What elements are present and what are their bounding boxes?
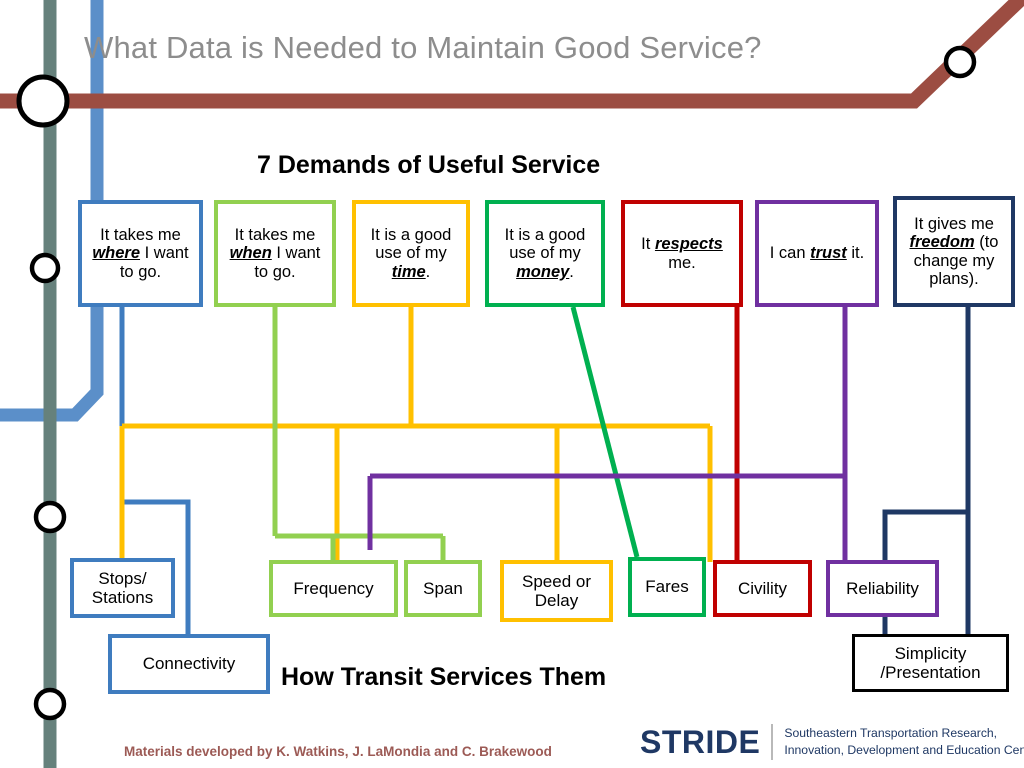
demand-text-prefix: It is a good use of my bbox=[370, 225, 452, 263]
service-box-frequency[interactable]: Frequency bbox=[269, 560, 398, 617]
demand-text-suffix: me. bbox=[668, 253, 696, 272]
demand-text-suffix: . bbox=[425, 262, 431, 281]
link-money-to-fares bbox=[570, 306, 640, 558]
service-box-simplicity-presentation[interactable]: Simplicity /Presentation bbox=[852, 634, 1009, 692]
demand-box-text: It gives me freedom (to change my plans)… bbox=[901, 215, 1007, 289]
demand-box-where[interactable]: It takes me where I want to go. bbox=[78, 200, 203, 307]
demand-box-text: It is a good use of my money. bbox=[493, 226, 597, 281]
link-where-to-stops bbox=[119, 307, 191, 558]
stride-wordmark: STRIDE bbox=[640, 724, 761, 760]
demand-keyword: freedom bbox=[909, 233, 975, 252]
materials-credit: Materials developed by K. Watkins, J. La… bbox=[124, 744, 552, 759]
demand-keyword: money bbox=[516, 262, 570, 281]
slide-title: What Data is Needed to Maintain Good Ser… bbox=[84, 30, 762, 65]
demand-text-prefix: It takes me bbox=[234, 225, 316, 244]
demand-keyword: respects bbox=[654, 235, 723, 254]
demand-box-freedom[interactable]: It gives me freedom (to change my plans)… bbox=[893, 196, 1015, 307]
service-box-fares[interactable]: Fares bbox=[628, 557, 706, 617]
demand-keyword: when bbox=[229, 244, 272, 263]
how-transit-services-heading: How Transit Services Them bbox=[281, 663, 607, 691]
demand-box-trust[interactable]: I can trust it. bbox=[755, 200, 879, 307]
demands-heading: 7 Demands of Useful Service bbox=[257, 151, 601, 179]
service-box-connectivity[interactable]: Connectivity bbox=[108, 634, 270, 694]
demand-text-prefix: It is a good use of my bbox=[504, 225, 586, 263]
demand-box-text: It respects me. bbox=[629, 235, 735, 272]
demand-box-text: It takes me when I want to go. bbox=[222, 226, 328, 281]
demand-text-suffix: it. bbox=[846, 244, 865, 263]
logo-divider bbox=[771, 724, 774, 760]
demand-text-prefix: It gives me bbox=[914, 214, 994, 233]
service-box-reliability[interactable]: Reliability bbox=[826, 560, 939, 617]
demand-box-time[interactable]: It is a good use of my time. bbox=[352, 200, 470, 307]
demand-keyword: where bbox=[92, 244, 141, 263]
service-box-stops[interactable]: Stops/ Stations bbox=[70, 558, 175, 618]
service-box-span[interactable]: Span bbox=[404, 560, 482, 617]
demand-box-money[interactable]: It is a good use of my money. bbox=[485, 200, 605, 307]
demand-text-suffix: . bbox=[569, 262, 574, 281]
stride-logo: STRIDE Southeastern Transportation Resea… bbox=[640, 724, 1024, 760]
demand-keyword: trust bbox=[810, 244, 847, 263]
demand-box-when[interactable]: It takes me when I want to go. bbox=[214, 200, 336, 307]
demand-box-text: It is a good use of my time. bbox=[360, 226, 462, 281]
demand-box-text: It takes me where I want to go. bbox=[86, 226, 195, 281]
stride-tagline-line1: Southeastern Transportation Research, bbox=[784, 725, 998, 740]
demand-text-prefix: I can bbox=[769, 244, 811, 263]
stride-tagline-line2: Innovation, Development and Education Ce… bbox=[784, 743, 1024, 757]
slide-canvas: What Data is Needed to Maintain Good Ser… bbox=[0, 0, 1024, 768]
service-box-civility[interactable]: Civility bbox=[713, 560, 812, 617]
demand-text-prefix: It takes me bbox=[100, 225, 181, 244]
demand-keyword: time bbox=[391, 262, 426, 281]
service-box-speed-or-delay[interactable]: Speed or Delay bbox=[500, 560, 613, 622]
demand-box-text: I can trust it. bbox=[770, 244, 864, 262]
demand-box-respects[interactable]: It respects me. bbox=[621, 200, 743, 307]
demand-text-prefix: It bbox=[641, 235, 655, 254]
